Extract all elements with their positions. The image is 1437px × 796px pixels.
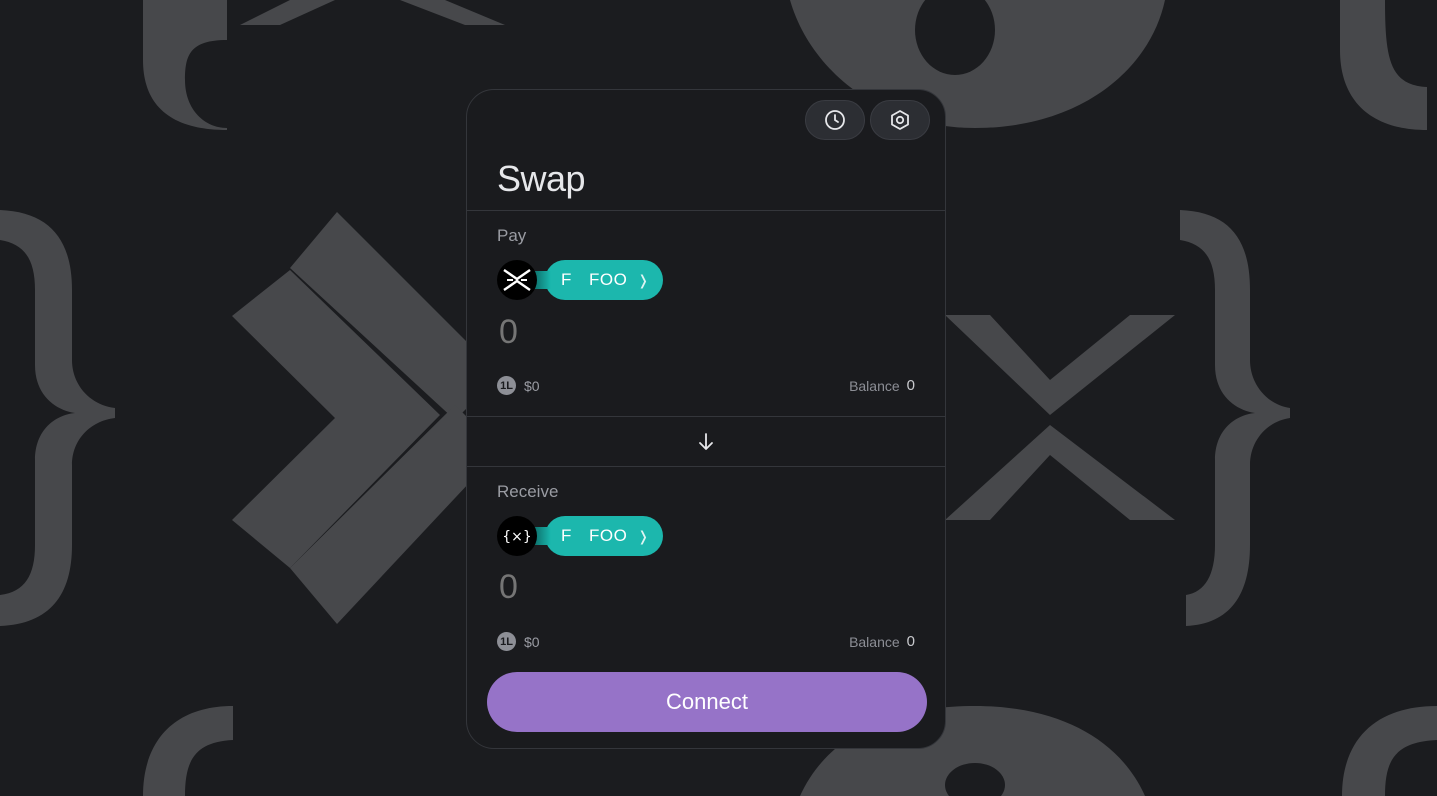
usd-value: $0 bbox=[524, 633, 540, 650]
dollar-icon: 1L bbox=[497, 632, 516, 651]
receive-balance: Balance 0 bbox=[849, 633, 915, 650]
dollar-icon: 1L bbox=[497, 376, 516, 395]
arrow-down-icon bbox=[699, 432, 713, 450]
settings-button[interactable] bbox=[870, 100, 930, 140]
gear-icon bbox=[891, 110, 909, 130]
flip-tokens-button[interactable] bbox=[467, 417, 945, 466]
token-letter: F bbox=[561, 270, 572, 289]
balance-label: Balance bbox=[849, 633, 900, 650]
token-letter: F bbox=[561, 526, 572, 545]
swap-widget: Swap Pay F FOO ❭ 1L $0 Balance 0 bbox=[466, 89, 946, 749]
receive-label: Receive bbox=[497, 482, 559, 501]
receive-token-selector: {×} F FOO ❭ bbox=[497, 516, 664, 556]
receive-token-logo: {×} bbox=[497, 516, 537, 556]
pay-token-chip[interactable]: F FOO ❭ bbox=[545, 260, 664, 300]
pay-balance: Balance 0 bbox=[849, 377, 915, 394]
divider bbox=[467, 210, 945, 211]
chevron-right-icon: ❭ bbox=[637, 271, 650, 288]
chevron-right-icon: ❭ bbox=[637, 527, 650, 544]
balance-value: 0 bbox=[906, 377, 915, 394]
pay-token-logo bbox=[497, 260, 537, 300]
receive-amount-input[interactable] bbox=[497, 567, 921, 608]
token-symbol: FOO bbox=[589, 526, 628, 545]
balance-label: Balance bbox=[849, 377, 900, 394]
balance-value: 0 bbox=[906, 633, 915, 650]
token-symbol: FOO bbox=[589, 270, 628, 289]
connect-button[interactable]: Connect bbox=[487, 672, 927, 732]
clock-icon bbox=[825, 110, 845, 130]
brace-x-logo-icon: {×} bbox=[504, 529, 530, 545]
pay-token-selector: F FOO ❭ bbox=[497, 260, 664, 300]
pay-usd-value: 1L $0 bbox=[497, 376, 540, 395]
history-button[interactable] bbox=[805, 100, 865, 140]
receive-usd-value: 1L $0 bbox=[497, 632, 540, 651]
divider bbox=[467, 466, 945, 467]
page-title: Swap bbox=[497, 158, 586, 199]
receive-token-chip[interactable]: F FOO ❭ bbox=[545, 516, 664, 556]
usd-value: $0 bbox=[524, 377, 540, 394]
pay-label: Pay bbox=[497, 226, 527, 245]
pay-amount-input[interactable] bbox=[497, 312, 921, 353]
x-logo-icon bbox=[503, 269, 531, 291]
top-actions bbox=[805, 100, 930, 140]
svg-text:{×}: {×} bbox=[504, 529, 530, 545]
